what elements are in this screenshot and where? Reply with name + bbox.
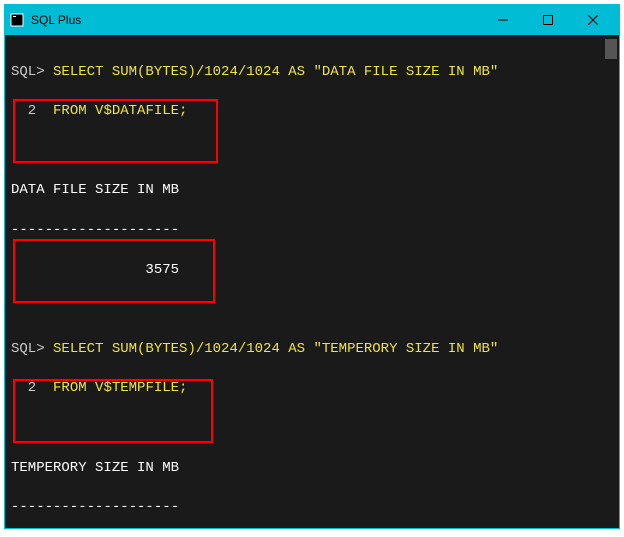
sql-prompt: SQL>	[11, 64, 45, 80]
minimize-button[interactable]	[480, 5, 525, 35]
sql-prompt: SQL>	[11, 341, 45, 357]
window-title: SQL Plus	[31, 13, 480, 27]
terminal[interactable]: SQL> SELECT SUM(BYTES)/1024/1024 AS "DAT…	[5, 35, 619, 528]
titlebar[interactable]: SQL Plus	[5, 5, 619, 35]
scrollbar-thumb[interactable]	[605, 39, 617, 59]
close-button[interactable]	[570, 5, 615, 35]
scrollbar[interactable]	[603, 35, 619, 528]
result2-sep: --------------------	[11, 499, 179, 515]
result1-header: DATA FILE SIZE IN MB	[11, 182, 179, 198]
query2-line2: FROM V$TEMPFILE;	[53, 380, 187, 396]
maximize-button[interactable]	[525, 5, 570, 35]
query1-line1: SELECT SUM(BYTES)/1024/1024 AS "DATA FIL…	[53, 64, 498, 80]
query2-line1: SELECT SUM(BYTES)/1024/1024 AS "TEMPEROR…	[53, 341, 498, 357]
line-number: 2	[11, 380, 36, 396]
app-icon	[9, 12, 25, 28]
result1-sep: --------------------	[11, 222, 179, 238]
result2-header: TEMPERORY SIZE IN MB	[11, 460, 179, 476]
terminal-content: SQL> SELECT SUM(BYTES)/1024/1024 AS "DAT…	[11, 43, 613, 528]
result1-value: 3575	[11, 262, 179, 278]
line-number: 2	[11, 103, 36, 119]
window-controls	[480, 5, 615, 35]
window: SQL Plus SQL> SELECT SUM(BYTES)/1024/102…	[4, 4, 620, 529]
query1-line2: FROM V$DATAFILE;	[53, 103, 187, 119]
